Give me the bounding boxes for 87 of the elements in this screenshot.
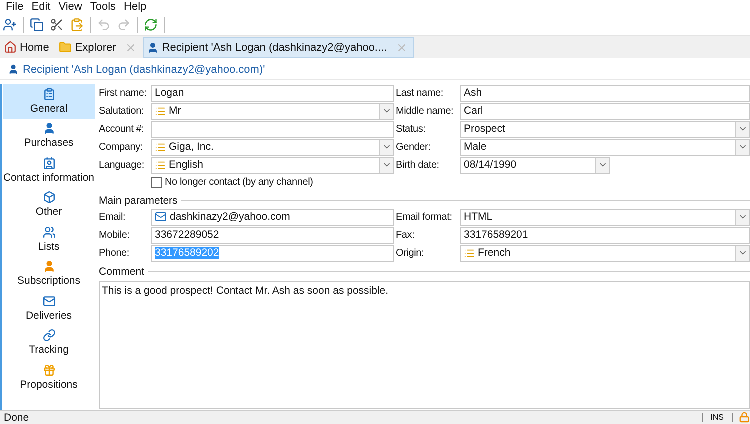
house-icon [4, 41, 17, 54]
list-icon [464, 248, 475, 258]
tab[interactable]: Recipient 'Ash Logan (dashkinazy2@yahoo.... [143, 37, 414, 58]
redo-icon [117, 18, 131, 32]
lock-icon [739, 412, 750, 423]
sidebar-item[interactable]: Propositions [3, 360, 95, 394]
field-label: Fax: [396, 230, 416, 240]
section-title: Comment [99, 266, 145, 278]
person-icon [8, 64, 19, 75]
list-icon [155, 142, 166, 152]
person-icon [42, 260, 56, 274]
field-label: Middle name: [396, 106, 455, 116]
sidebar-item[interactable]: Tracking [3, 326, 95, 360]
clipboard-icon [42, 88, 56, 101]
sidebar-item[interactable]: Subscriptions [3, 256, 95, 291]
list-icon [155, 160, 166, 170]
dropdown-field[interactable]: Giga, Inc. [151, 138, 394, 156]
person-icon [147, 42, 160, 54]
menu-item[interactable]: Edit [30, 1, 57, 13]
envelope-icon [42, 294, 56, 308]
menu-item[interactable]: Tools [88, 1, 122, 13]
copy-button[interactable] [30, 18, 44, 32]
status-text: Done [4, 412, 30, 424]
cube-icon [42, 191, 56, 204]
comment-field[interactable]: This is a good prospect! Contact Mr. Ash as soon as possible. [99, 281, 750, 409]
field-label: Language: [99, 160, 146, 170]
add-person-icon [3, 18, 17, 32]
dropdown-field[interactable]: Prospect [460, 120, 750, 138]
field-label: Last name: [396, 88, 444, 98]
close-icon[interactable] [125, 42, 138, 54]
input-field[interactable]: 33672289052 [151, 226, 394, 244]
checkbox-label: No longer contact (by any channel) [165, 177, 314, 188]
field-label: Mobile: [99, 230, 131, 240]
field-label: Account #: [99, 124, 146, 134]
field-label: Phone: [99, 248, 130, 258]
field-label: Gender: [396, 142, 432, 152]
field-label: Company: [99, 142, 144, 152]
input-field[interactable] [151, 120, 394, 138]
field-label: Email format: [396, 212, 454, 222]
input-field[interactable]: dashkinazy2@yahoo.com [151, 208, 394, 226]
sidebar-item[interactable]: Deliveries [3, 291, 95, 326]
menu-item[interactable]: File [4, 1, 30, 13]
input-field[interactable]: Ash [460, 84, 750, 102]
checkbox[interactable] [151, 177, 162, 188]
input-field[interactable]: Logan [151, 84, 394, 102]
envelope-icon [155, 211, 167, 223]
paste-button[interactable] [70, 18, 84, 32]
input-field[interactable]: 33176589201 [460, 226, 750, 244]
date-field[interactable]: 08/14/1990 [460, 156, 610, 174]
insert-mode-indicator: INS [702, 413, 733, 422]
folder-icon [59, 41, 72, 54]
field-label: Salutation: [99, 106, 146, 116]
record-title: Recipient 'Ash Logan (dashkinazy2@yahoo.com)' [23, 64, 266, 76]
menu-item[interactable]: View [56, 1, 88, 13]
list-icon [155, 106, 166, 116]
person-icon [42, 122, 56, 136]
menu-item[interactable]: Help [122, 1, 153, 13]
people-icon [42, 226, 56, 239]
field-label: Email: [99, 212, 127, 222]
field-label: First name: [99, 88, 148, 98]
field-label: Birth date: [396, 160, 440, 170]
close-icon[interactable] [396, 42, 408, 54]
sidebar-item[interactable]: Other [3, 188, 95, 222]
gift-icon [42, 364, 56, 377]
add-person-button[interactable] [3, 18, 17, 32]
dropdown-field[interactable]: French [460, 244, 750, 262]
dropdown-field[interactable]: Mr [151, 102, 394, 120]
dropdown-field[interactable]: Male [460, 138, 750, 156]
undo-icon [97, 18, 111, 32]
sidebar-item[interactable]: General [3, 84, 95, 118]
refresh-button[interactable] [144, 18, 158, 32]
field-label: Status: [396, 124, 427, 134]
cut-button[interactable] [50, 18, 64, 32]
sidebar-item[interactable]: Contact information [3, 153, 95, 188]
dropdown-field[interactable]: HTML [460, 208, 750, 226]
refresh-icon [144, 18, 158, 32]
field-label: Origin: [396, 248, 426, 258]
cut-icon [50, 18, 64, 32]
sidebar-item[interactable]: Lists [3, 222, 95, 256]
contact-card-icon [42, 156, 56, 170]
dropdown-field[interactable]: English [151, 156, 394, 174]
paste-icon [70, 18, 84, 32]
copy-icon [30, 18, 44, 32]
section-title: Main parameters [99, 194, 178, 206]
link-icon [42, 329, 56, 342]
input-field[interactable]: Carl [460, 102, 750, 120]
sidebar-item[interactable]: Purchases [3, 118, 95, 153]
